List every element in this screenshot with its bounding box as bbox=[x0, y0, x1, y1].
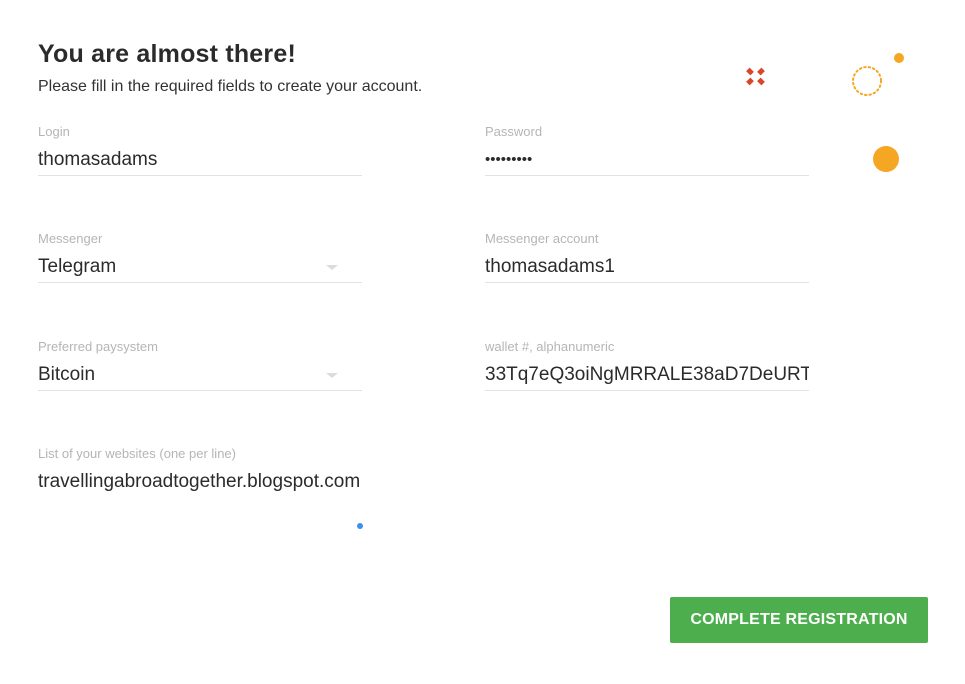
registration-page: You are almost there! Please fill in the… bbox=[0, 0, 965, 684]
login-label: Login bbox=[38, 124, 70, 139]
paysystem-label: Preferred paysystem bbox=[38, 339, 158, 354]
messenger-field: Messenger Telegram bbox=[38, 231, 362, 283]
chevron-down-icon bbox=[326, 265, 338, 270]
red-x-cross-icon bbox=[746, 67, 765, 86]
messenger-select[interactable]: Telegram bbox=[38, 252, 362, 283]
websites-field: List of your websites (one per line) tra… bbox=[38, 446, 362, 496]
paysystem-selected-value: Bitcoin bbox=[38, 364, 96, 385]
wallet-field: wallet #, alphanumeric 33Tq7eQ3oiNgMRRAL… bbox=[485, 339, 809, 391]
page-title: You are almost there! bbox=[38, 40, 296, 68]
messenger-account-input[interactable]: thomasadams1 bbox=[485, 252, 809, 283]
messenger-account-label: Messenger account bbox=[485, 231, 599, 246]
messenger-label: Messenger bbox=[38, 231, 103, 246]
wallet-label: wallet #, alphanumeric bbox=[485, 339, 615, 354]
login-field: Login thomasadams bbox=[38, 124, 362, 176]
messenger-account-field: Messenger account thomasadams1 bbox=[485, 231, 809, 283]
messenger-selected-value: Telegram bbox=[38, 256, 117, 277]
chevron-down-icon bbox=[326, 373, 338, 378]
paysystem-select[interactable]: Bitcoin bbox=[38, 360, 362, 391]
websites-label: List of your websites (one per line) bbox=[38, 446, 236, 461]
login-input[interactable]: thomasadams bbox=[38, 145, 362, 176]
orange-dotted-ring-icon bbox=[852, 66, 882, 96]
password-label: Password bbox=[485, 124, 543, 139]
websites-textarea[interactable]: travellingabroadtogether.blogspot.com bbox=[38, 467, 362, 496]
page-subtitle: Please fill in the required fields to cr… bbox=[38, 78, 423, 95]
textarea-status-dot bbox=[357, 523, 363, 529]
password-field: Password ••••••••• bbox=[485, 124, 809, 176]
complete-registration-button[interactable]: COMPLETE REGISTRATION bbox=[670, 597, 928, 643]
wallet-input[interactable]: 33Tq7eQ3oiNgMRRALE38aD7DeURT bbox=[485, 360, 809, 391]
password-input[interactable]: ••••••••• bbox=[485, 145, 809, 176]
orange-dot-icon bbox=[894, 53, 904, 63]
paysystem-field: Preferred paysystem Bitcoin bbox=[38, 339, 362, 391]
orange-circle-icon bbox=[873, 146, 899, 172]
